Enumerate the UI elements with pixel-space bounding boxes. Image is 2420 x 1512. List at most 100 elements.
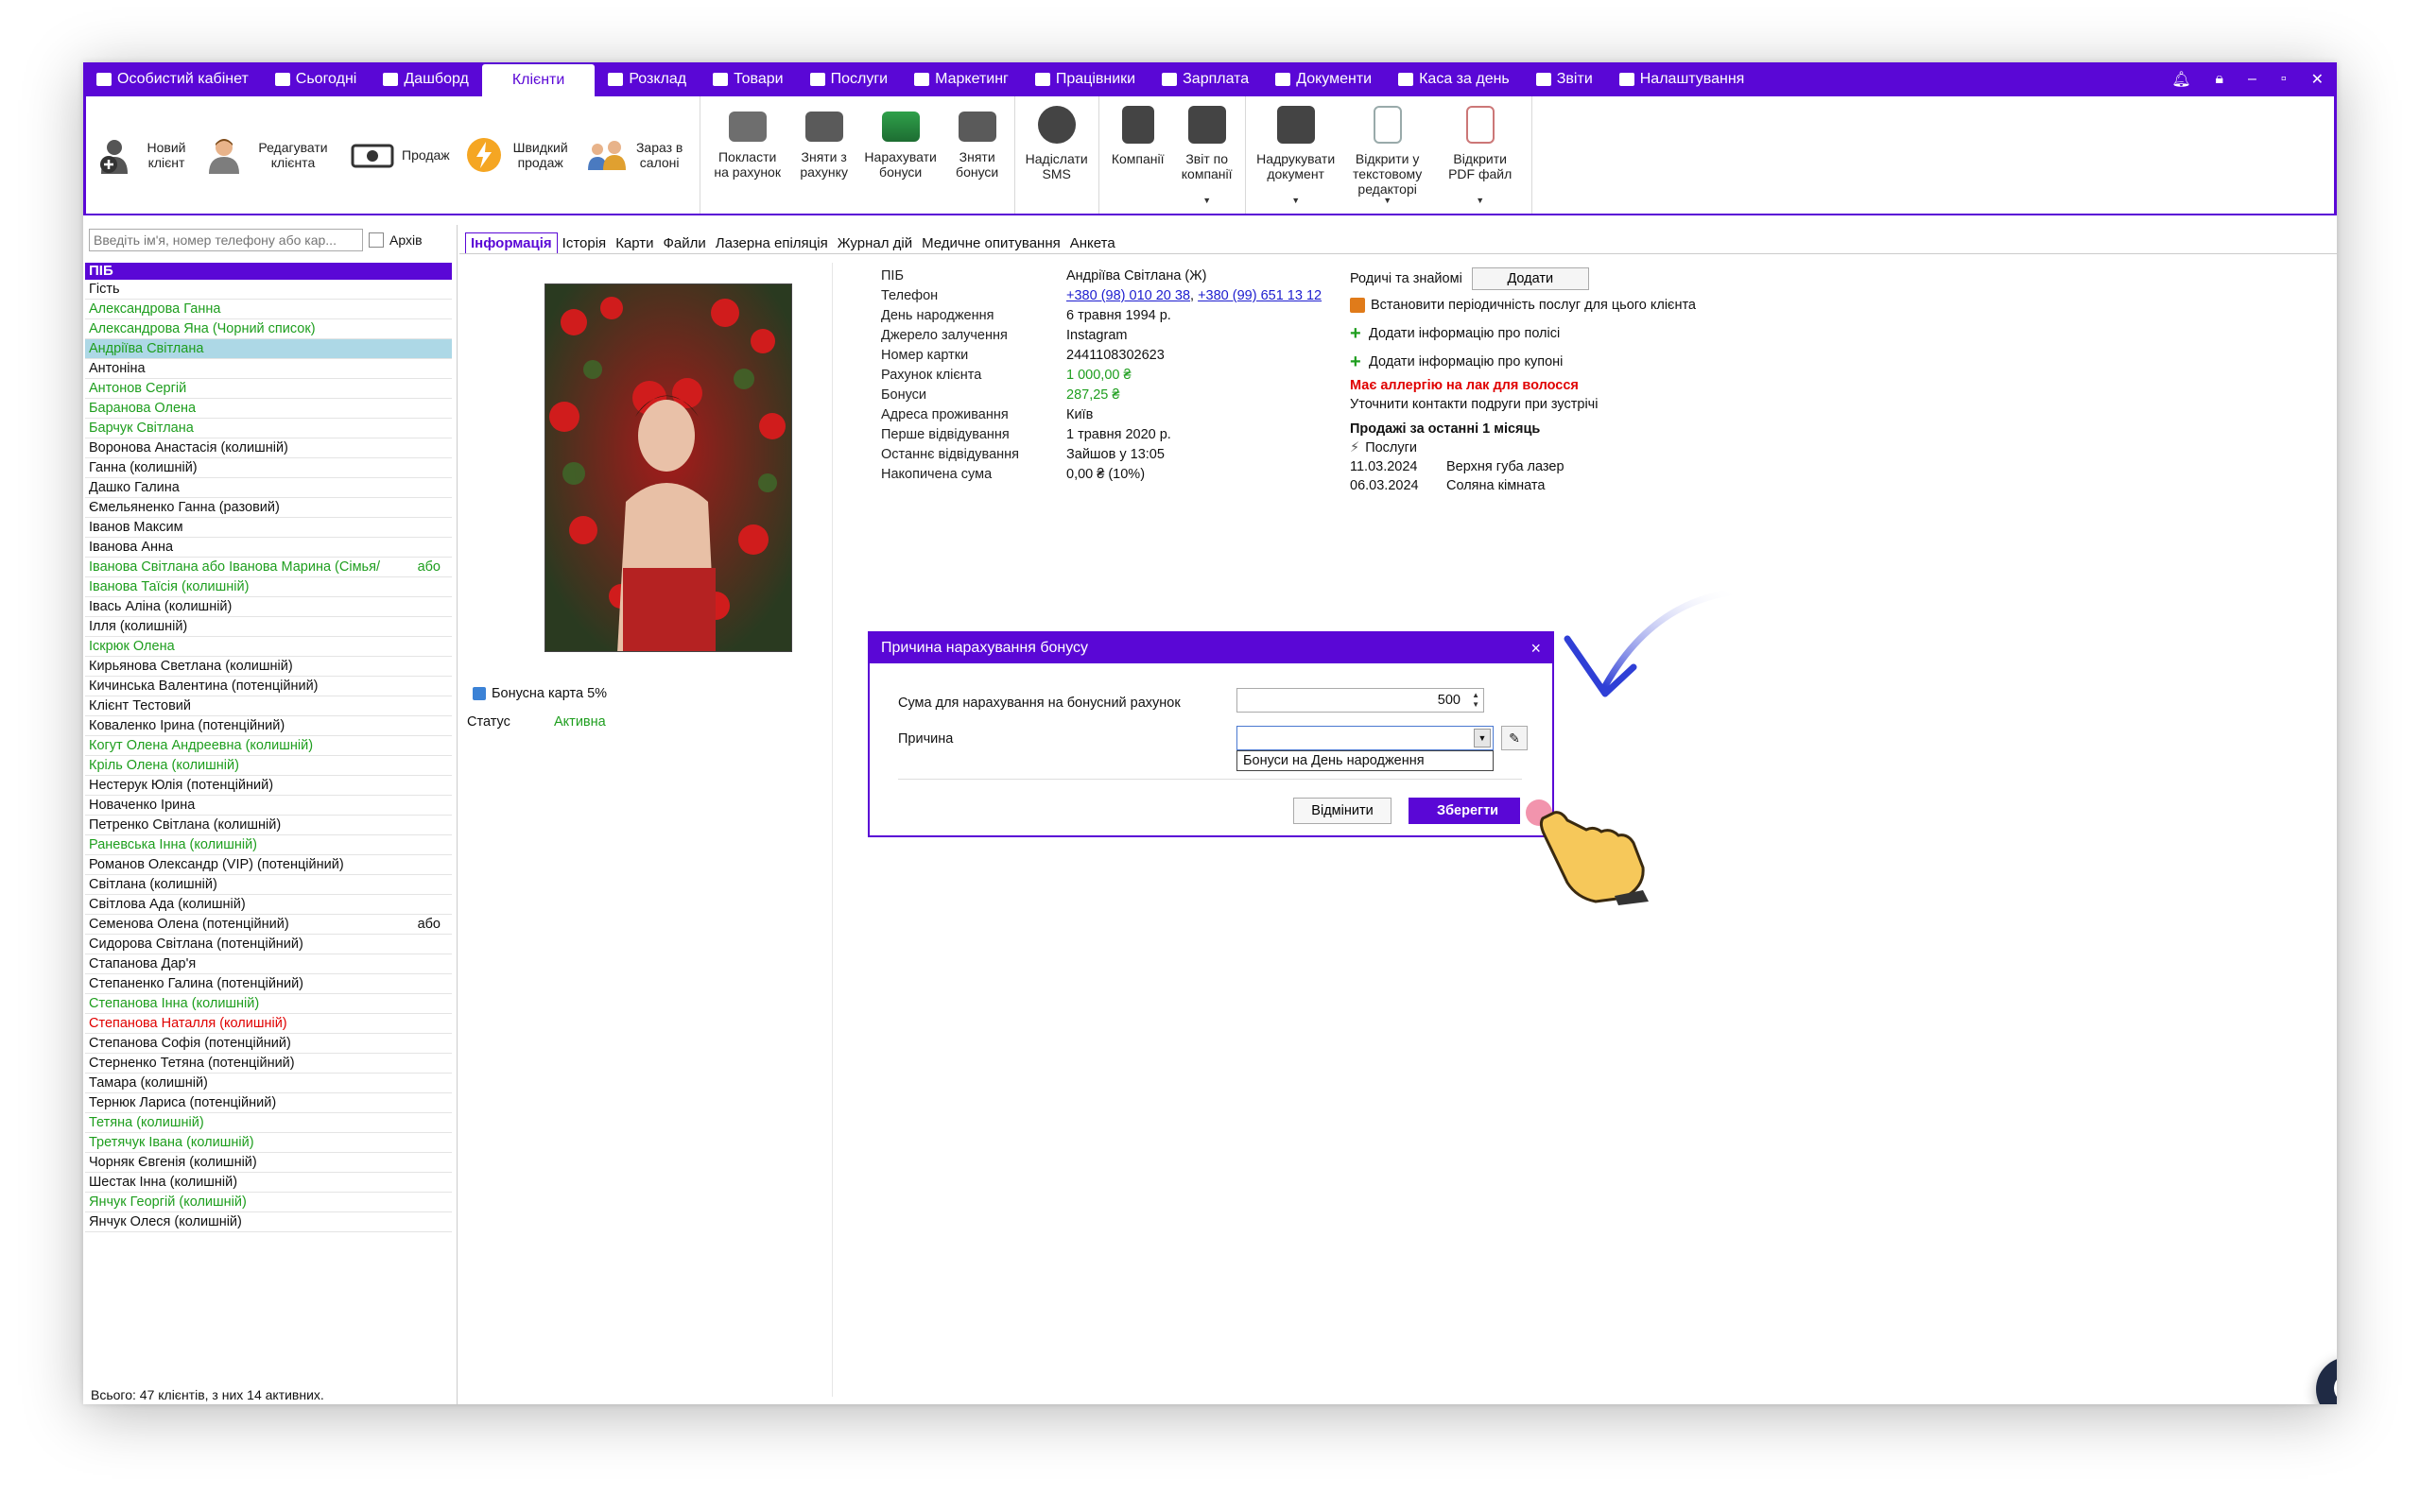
save-button[interactable]: Зберегти xyxy=(1409,798,1520,824)
client-row[interactable]: Степанова Софія (потенційний) xyxy=(85,1034,452,1054)
client-row[interactable]: Новаченко Ірина xyxy=(85,796,452,816)
client-row[interactable]: Нестерук Юлія (потенційний) xyxy=(85,776,452,796)
client-row[interactable]: Іванова Світлана або Іванова Марина (Сім… xyxy=(85,558,452,577)
client-row[interactable]: Кирьянова Светлана (колишній) xyxy=(85,657,452,677)
close-icon[interactable]: × xyxy=(1530,633,1541,663)
client-row[interactable]: Клієнт Тестовий xyxy=(85,696,452,716)
menu-item-6[interactable]: Послуги xyxy=(797,62,902,96)
put-on-account-button[interactable]: Покласти на рахунок xyxy=(704,96,791,214)
menu-item-7[interactable]: Маркетинг xyxy=(901,62,1022,96)
client-row[interactable]: Раневська Інна (колишній) xyxy=(85,835,452,855)
sale-button[interactable]: Продаж xyxy=(343,96,458,214)
print-document-button[interactable]: Надрукувати документ ▼ xyxy=(1250,96,1342,214)
client-row[interactable]: Семенова Олена (потенційний) або xyxy=(85,915,452,935)
edit-client-button[interactable]: Редагувати клієнта xyxy=(198,96,343,214)
phone1-link[interactable]: +380 (98) 010 20 38 xyxy=(1066,288,1190,303)
companies-button[interactable]: Компанії xyxy=(1103,96,1173,214)
accrue-bonus-button[interactable]: Нарахувати бонуси xyxy=(857,96,944,214)
client-row[interactable]: Барчук Світлана xyxy=(85,419,452,438)
client-row[interactable]: Романов Олександр (VIP) (потенційний) xyxy=(85,855,452,875)
menu-item-2[interactable]: Дашборд xyxy=(370,62,482,96)
client-row[interactable]: Стерненко Тетяна (потенційний) xyxy=(85,1054,452,1074)
client-row[interactable]: Стапанова Дар'я xyxy=(85,954,452,974)
open-text-editor-button[interactable]: Відкрити у текстовому редакторі ▼ xyxy=(1342,96,1433,214)
withdraw-account-button[interactable]: Зняти з рахунку xyxy=(791,96,857,214)
add-coupon-link[interactable]: + Додати інформацію про купоні xyxy=(1350,348,1823,376)
menu-item-4[interactable]: Розклад xyxy=(595,62,700,96)
client-row[interactable]: Іванова Анна xyxy=(85,538,452,558)
open-pdf-button[interactable]: Відкрити PDF файл ▼ xyxy=(1433,96,1528,214)
client-row[interactable]: Іванова Таїсія (колишній) xyxy=(85,577,452,597)
add-policy-link[interactable]: + Додати інформацію про полісі xyxy=(1350,319,1823,348)
client-row[interactable]: Іскрюк Олена xyxy=(85,637,452,657)
client-row[interactable]: Ілля (колишній) xyxy=(85,617,452,637)
menu-item-3[interactable]: Клієнти xyxy=(481,64,596,96)
menu-item-13[interactable]: Налаштування xyxy=(1606,62,1758,96)
client-row[interactable]: Тернюк Лариса (потенційний) xyxy=(85,1093,452,1113)
menu-item-10[interactable]: Документи xyxy=(1262,62,1385,96)
client-row[interactable]: Баранова Олена xyxy=(85,399,452,419)
spinner-arrows-icon[interactable]: ▲ ▼ xyxy=(1472,691,1479,710)
tab-2[interactable]: Карти xyxy=(611,233,658,253)
client-row[interactable]: Івась Аліна (колишній) xyxy=(85,597,452,617)
client-row[interactable]: Світлова Ада (колишній) xyxy=(85,895,452,915)
withdraw-bonus-button[interactable]: Зняти бонуси xyxy=(944,96,1011,214)
client-row[interactable]: Кріль Олена (колишній) xyxy=(85,756,452,776)
send-sms-button[interactable]: Надіслати SMS xyxy=(1019,96,1095,214)
menu-item-0[interactable]: Особистий кабінет xyxy=(83,62,262,96)
client-row[interactable]: Ємельяненко Ганна (разовий) xyxy=(85,498,452,518)
tab-1[interactable]: Історія xyxy=(558,233,612,253)
minimize-icon[interactable]: – xyxy=(2248,71,2256,88)
menu-item-5[interactable]: Товари xyxy=(700,62,796,96)
cancel-button[interactable]: Відмінити xyxy=(1293,798,1392,824)
menu-item-8[interactable]: Працівники xyxy=(1022,62,1149,96)
client-row[interactable]: Андріїва Світлана xyxy=(85,339,452,359)
client-row[interactable]: Воронова Анастасія (колишній) xyxy=(85,438,452,458)
new-client-button[interactable]: Новий клієнт xyxy=(90,96,198,214)
tab-3[interactable]: Файли xyxy=(659,233,711,253)
client-row[interactable]: Александрова Ганна xyxy=(85,300,452,319)
client-row[interactable]: Янчук Георгій (колишній) xyxy=(85,1193,452,1212)
menu-item-1[interactable]: Сьогодні xyxy=(262,62,371,96)
archive-checkbox[interactable] xyxy=(369,232,384,248)
client-row[interactable]: Александрова Яна (Чорний список) xyxy=(85,319,452,339)
client-list-header[interactable]: ПІБ xyxy=(85,263,452,280)
client-row[interactable]: Тамара (колишній) xyxy=(85,1074,452,1093)
client-row[interactable]: Чорняк Євгенія (колишній) xyxy=(85,1153,452,1173)
set-periodicity-link[interactable]: Встановити періодичність послуг для цьог… xyxy=(1350,291,1823,319)
client-row[interactable]: Світлана (колишній) xyxy=(85,875,452,895)
client-row[interactable]: Янчук Олеся (колишній) xyxy=(85,1212,452,1232)
client-row[interactable]: Дашко Галина xyxy=(85,478,452,498)
menu-item-11[interactable]: Каса за день xyxy=(1385,62,1523,96)
client-row[interactable]: Степаненко Галина (потенційний) xyxy=(85,974,452,994)
client-row[interactable]: Антонов Сергій xyxy=(85,379,452,399)
menu-item-9[interactable]: Зарплата xyxy=(1149,62,1262,96)
client-row[interactable]: Тетяна (колишній) xyxy=(85,1113,452,1133)
reason-option-birthday[interactable]: Бонуси на День народження xyxy=(1236,750,1494,771)
client-row[interactable]: Гість xyxy=(85,280,452,300)
client-row[interactable]: Кичинська Валентина (потенційний) xyxy=(85,677,452,696)
in-salon-button[interactable]: Зараз в салоні xyxy=(579,96,696,214)
tab-6[interactable]: Медичне опитування xyxy=(917,233,1065,253)
client-row[interactable]: Когут Олена Андреевна (колишній) xyxy=(85,736,452,756)
chat-widget-button[interactable] xyxy=(2316,1357,2337,1404)
lock-icon[interactable]: 🔒︎ xyxy=(2216,71,2224,88)
add-relative-button[interactable]: Додати xyxy=(1471,267,1589,290)
client-row[interactable]: Шестак Інна (колишній) xyxy=(85,1173,452,1193)
reason-select[interactable]: ▼ xyxy=(1236,726,1494,750)
bell-icon[interactable]: 🔔︎ xyxy=(2171,70,2190,89)
close-window-icon[interactable]: ✕ xyxy=(2311,70,2324,89)
quick-sale-button[interactable]: Швидкий продаж xyxy=(458,96,579,214)
tab-5[interactable]: Журнал дій xyxy=(833,233,917,253)
pencil-icon[interactable]: ✎ xyxy=(1501,726,1528,750)
client-row[interactable]: Сидорова Світлана (потенційний) xyxy=(85,935,452,954)
company-report-button[interactable]: Звіт по компанії ▼ xyxy=(1173,96,1241,214)
client-row[interactable]: Петренко Світлана (колишній) xyxy=(85,816,452,835)
maximize-icon[interactable]: ▫ xyxy=(2281,71,2287,88)
client-row[interactable]: Іванов Максим xyxy=(85,518,452,538)
phone2-link[interactable]: +380 (99) 651 13 12 xyxy=(1198,288,1322,303)
client-search-input[interactable] xyxy=(89,229,363,251)
client-row[interactable]: Антоніна xyxy=(85,359,452,379)
chevron-down-icon[interactable]: ▼ xyxy=(1474,729,1491,747)
tab-4[interactable]: Лазерна епіляція xyxy=(711,233,833,253)
